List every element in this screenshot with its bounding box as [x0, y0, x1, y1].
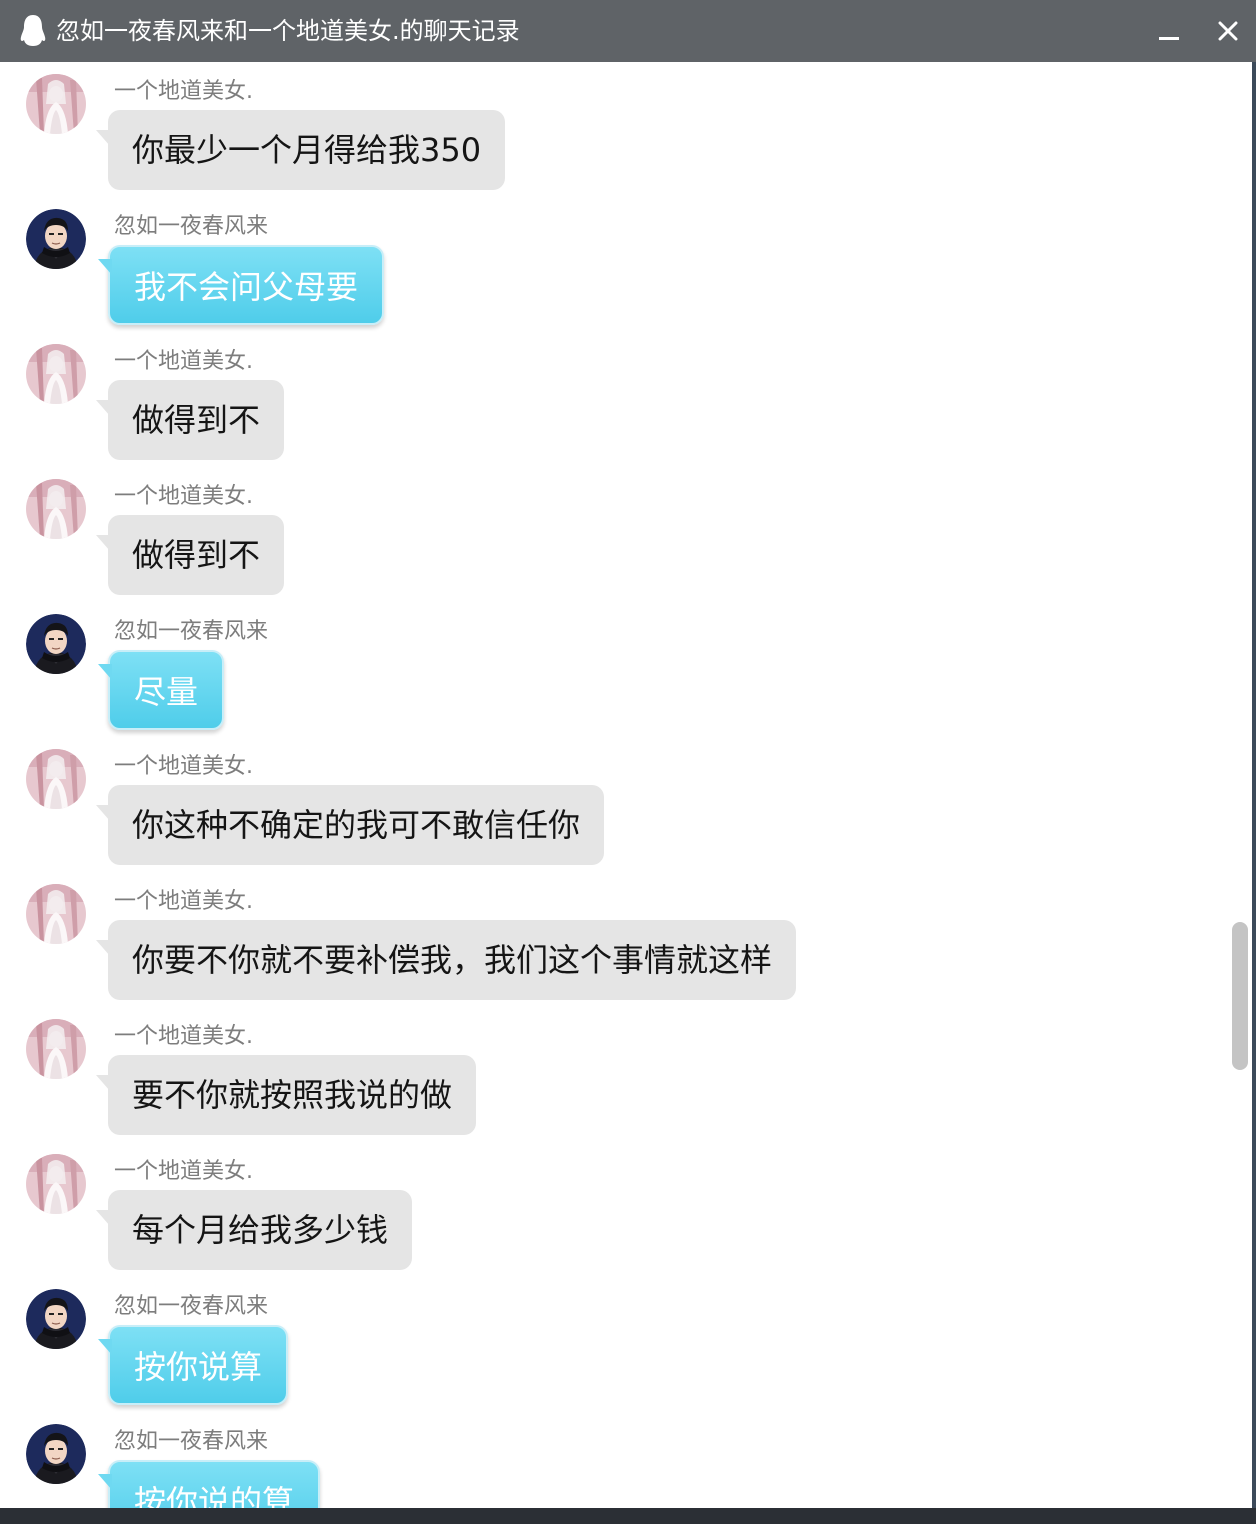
message-item: 一个地道美女. 每个月给我多少钱 — [2, 1142, 1202, 1277]
window-border — [1252, 62, 1256, 1508]
minimize-icon — [1159, 37, 1179, 40]
message-bubble[interactable]: 按你说的算 — [97, 1460, 321, 1508]
minimize-button[interactable] — [1148, 11, 1188, 51]
avatar[interactable] — [26, 1019, 86, 1079]
message-bubble[interactable]: 你要不你就不要补偿我，我们这个事情就这样 — [95, 920, 797, 1000]
message-item: 一个地道美女. 做得到不 — [2, 467, 1202, 602]
message-bubble[interactable]: 要不你就按照我说的做 — [95, 1055, 477, 1135]
message-bubble[interactable]: 做得到不 — [95, 515, 285, 595]
sender-name: 一个地道美女. — [114, 79, 253, 104]
sender-name: 一个地道美女. — [114, 349, 253, 374]
chat-history-window: 忽如一夜春风来和一个地道美女.的聊天记录 一个地道美女. 你最少一个月得给我35… — [0, 0, 1256, 1524]
avatar[interactable] — [26, 209, 86, 269]
sender-name: 忽如一夜春风来 — [114, 1429, 269, 1454]
sender-name: 一个地道美女. — [114, 889, 253, 914]
message-bubble[interactable]: 我不会问父母要 — [97, 245, 385, 325]
message-item: 忽如一夜春风来 按你说的算 — [2, 1412, 1202, 1508]
avatar[interactable] — [26, 74, 86, 134]
message-item: 一个地道美女. 做得到不 — [2, 332, 1202, 467]
sender-name: 忽如一夜春风来 — [114, 1294, 269, 1319]
scrollbar-thumb[interactable] — [1232, 922, 1248, 1070]
message-item: 一个地道美女. 你要不你就不要补偿我，我们这个事情就这样 — [2, 872, 1202, 1007]
qq-penguin-icon — [20, 15, 46, 46]
message-bubble[interactable]: 尽量 — [97, 650, 225, 730]
message-item: 一个地道美女. 要不你就按照我说的做 — [2, 1007, 1202, 1142]
message-list[interactable]: 一个地道美女. 你最少一个月得给我350 忽如一夜春风来 我不会问父母要 一个地… — [2, 62, 1252, 1508]
avatar[interactable] — [26, 479, 86, 539]
message-item: 忽如一夜春风来 尽量 — [2, 602, 1202, 737]
avatar[interactable] — [26, 1289, 86, 1349]
avatar[interactable] — [26, 344, 86, 404]
avatar[interactable] — [26, 1424, 86, 1484]
avatar[interactable] — [26, 749, 86, 809]
sender-name: 忽如一夜春风来 — [114, 619, 269, 644]
sender-name: 一个地道美女. — [114, 1024, 253, 1049]
sender-name: 忽如一夜春风来 — [114, 214, 269, 239]
window-border — [0, 1508, 1256, 1524]
sender-name: 一个地道美女. — [114, 484, 253, 509]
sender-name: 一个地道美女. — [114, 754, 253, 779]
message-item: 一个地道美女. 你这种不确定的我可不敢信任你 — [2, 737, 1202, 872]
avatar[interactable] — [26, 884, 86, 944]
message-item: 忽如一夜春风来 按你说算 — [2, 1277, 1202, 1412]
message-item: 忽如一夜春风来 我不会问父母要 — [2, 197, 1202, 332]
message-item: 一个地道美女. 你最少一个月得给我350 — [2, 62, 1202, 197]
window-title: 忽如一夜春风来和一个地道美女.的聊天记录 — [56, 17, 520, 45]
sender-name: 一个地道美女. — [114, 1159, 253, 1184]
avatar[interactable] — [26, 614, 86, 674]
message-bubble[interactable]: 你这种不确定的我可不敢信任你 — [95, 785, 605, 865]
message-bubble[interactable]: 按你说算 — [97, 1325, 289, 1405]
close-icon — [1218, 21, 1238, 41]
close-button[interactable] — [1208, 11, 1248, 51]
title-bar[interactable]: 忽如一夜春风来和一个地道美女.的聊天记录 — [0, 0, 1256, 62]
avatar[interactable] — [26, 1154, 86, 1214]
message-bubble[interactable]: 每个月给我多少钱 — [95, 1190, 413, 1270]
message-bubble[interactable]: 你最少一个月得给我350 — [95, 110, 506, 190]
message-bubble[interactable]: 做得到不 — [95, 380, 285, 460]
